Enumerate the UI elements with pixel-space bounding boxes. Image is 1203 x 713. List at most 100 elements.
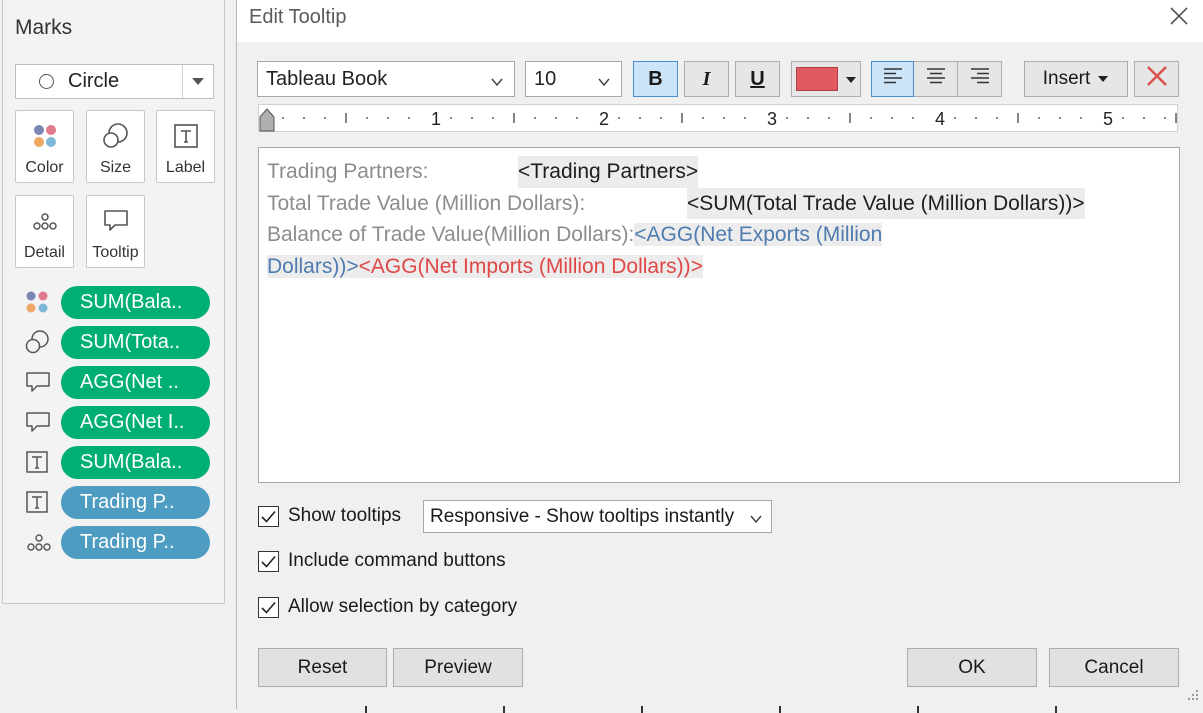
- circle-icon: [39, 74, 54, 89]
- align-center-icon: [926, 67, 946, 91]
- include-command-buttons-label: Include command buttons: [288, 550, 506, 571]
- chevron-down-icon: [490, 72, 504, 95]
- reset-button[interactable]: Reset: [258, 648, 387, 687]
- include-command-buttons-checkbox[interactable]: [258, 550, 279, 572]
- editor-label: Balance of Trade Value(Million Dollars):: [267, 223, 635, 246]
- detail-icon: [16, 208, 73, 234]
- mark-type-dropdown[interactable]: Circle: [15, 64, 214, 99]
- chevron-down-icon: [597, 72, 611, 95]
- ok-button[interactable]: OK: [907, 648, 1037, 687]
- tooltip-icon: [87, 208, 144, 234]
- label-tile[interactable]: Label: [156, 110, 215, 183]
- insert-button[interactable]: Insert: [1024, 61, 1128, 97]
- label-icon: [25, 449, 55, 475]
- allow-selection-label: Allow selection by category: [288, 596, 518, 617]
- clear-formatting-button[interactable]: [1134, 61, 1179, 97]
- align-left-icon: [883, 67, 903, 91]
- show-tooltips-checkbox[interactable]: [258, 505, 279, 527]
- tooltip-icon: [25, 369, 55, 395]
- ruler-number: 4: [935, 109, 946, 129]
- axis-tick: [641, 706, 643, 713]
- color-icon: [16, 123, 73, 149]
- tooltip-icon: [25, 409, 55, 435]
- align-right-icon: [970, 67, 990, 91]
- pill-sum-total-size[interactable]: SUM(Tota..: [61, 325, 210, 359]
- include-command-buttons-option[interactable]: Include command buttons: [258, 550, 506, 572]
- ruler-number: 3: [767, 109, 778, 129]
- align-center-button[interactable]: [914, 61, 958, 97]
- underline-button[interactable]: U: [735, 61, 780, 97]
- marks-card: Marks Circle Color Size Label Detail Too…: [2, 0, 225, 604]
- pill-agg-net-exports-tooltip[interactable]: AGG(Net ..: [61, 365, 210, 399]
- editor-label: Total Trade Value (Million Dollars):: [267, 191, 586, 215]
- resize-grip-icon[interactable]: [1185, 687, 1199, 706]
- mark-type-value: Circle: [68, 70, 120, 92]
- tooltip-label: Tooltip: [92, 244, 139, 261]
- caret-down-icon: [845, 68, 857, 91]
- cancel-button[interactable]: Cancel: [1049, 648, 1179, 687]
- caret-down-icon: [1097, 68, 1109, 90]
- red-x-icon: [1145, 64, 1169, 94]
- field-token: Dollars))>: [267, 254, 359, 278]
- font-size-select[interactable]: 10: [525, 61, 622, 97]
- chevron-down-icon: [749, 510, 763, 532]
- marks-pill-row: SUM(Tota..: [25, 325, 210, 359]
- size-tile[interactable]: Size: [86, 110, 145, 183]
- allow-selection-checkbox[interactable]: [258, 596, 279, 618]
- pill-sum-balance-color[interactable]: SUM(Bala..: [61, 285, 210, 319]
- size-icon: [25, 329, 55, 355]
- italic-button[interactable]: I: [684, 61, 729, 97]
- ruler-number: 2: [599, 109, 610, 129]
- axis-tick: [779, 706, 781, 713]
- field-token: <AGG(Net Imports (Million Dollars))>: [358, 254, 703, 278]
- chevron-down-icon: [183, 78, 213, 85]
- tooltip-tile[interactable]: Tooltip: [86, 195, 145, 268]
- marks-pill-row: SUM(Bala..: [25, 445, 210, 479]
- font-family-select[interactable]: Tableau Book: [257, 61, 515, 97]
- size-label: Size: [99, 159, 132, 176]
- tooltip-mode-select[interactable]: Responsive - Show tooltips instantly: [423, 500, 772, 533]
- show-tooltips-option[interactable]: Show tooltips: [258, 505, 401, 527]
- marks-pill-row: Trading P..: [25, 485, 210, 519]
- font-color-swatch: [796, 67, 838, 91]
- detail-icon: [25, 529, 55, 555]
- align-right-button[interactable]: [958, 61, 1002, 97]
- marks-pill-row: AGG(Net ..: [25, 365, 210, 399]
- color-icon: [25, 289, 55, 315]
- bold-button[interactable]: B: [633, 61, 678, 97]
- field-token: <Trading Partners>: [518, 156, 699, 188]
- detail-tile[interactable]: Detail: [15, 195, 74, 268]
- axis-tick: [1055, 706, 1057, 713]
- axis-tick: [917, 706, 919, 713]
- pill-sum-balance-label[interactable]: SUM(Bala..: [61, 445, 210, 479]
- font-color-button[interactable]: [791, 61, 861, 97]
- font-family-value: Tableau Book: [266, 67, 388, 90]
- ruler-number: 5: [1103, 109, 1114, 129]
- close-icon[interactable]: [1167, 4, 1191, 28]
- insert-label: Insert: [1042, 68, 1091, 89]
- marks-pill-row: AGG(Net I..: [25, 405, 210, 439]
- editor-label: Trading Partners:: [267, 160, 429, 183]
- field-token: <AGG(Net Exports (Million: [634, 223, 883, 246]
- pill-agg-net-imports-tooltip[interactable]: AGG(Net I..: [61, 405, 210, 439]
- pill-trading-partners-detail[interactable]: Trading P..: [61, 525, 210, 559]
- edit-tooltip-dialog: Edit Tooltip Tableau Book 10 B I U Inser…: [236, 0, 1203, 709]
- show-tooltips-label: Show tooltips: [288, 505, 402, 526]
- detail-label: Detail: [24, 244, 65, 261]
- color-tile[interactable]: Color: [15, 110, 74, 183]
- field-token: <SUM(Total Trade Value (Million Dollars)…: [687, 187, 1085, 219]
- preview-button[interactable]: Preview: [393, 648, 523, 687]
- marks-pill-row: Trading P..: [25, 525, 210, 559]
- allow-selection-option[interactable]: Allow selection by category: [258, 596, 517, 618]
- label-label: Label: [165, 159, 206, 176]
- font-size-value: 10: [534, 67, 557, 90]
- marks-title: Marks: [15, 16, 73, 39]
- label-icon: [157, 123, 214, 149]
- pill-trading-partners-label[interactable]: Trading P..: [61, 485, 210, 519]
- label-icon: [25, 489, 55, 515]
- tooltip-editor[interactable]: Trading Partners: <Trading Partners> Tot…: [258, 147, 1180, 483]
- dialog-titlebar: Edit Tooltip: [237, 0, 1203, 42]
- align-left-button[interactable]: [871, 61, 914, 97]
- ruler-number: 1: [431, 109, 442, 129]
- dialog-title: Edit Tooltip: [249, 6, 347, 28]
